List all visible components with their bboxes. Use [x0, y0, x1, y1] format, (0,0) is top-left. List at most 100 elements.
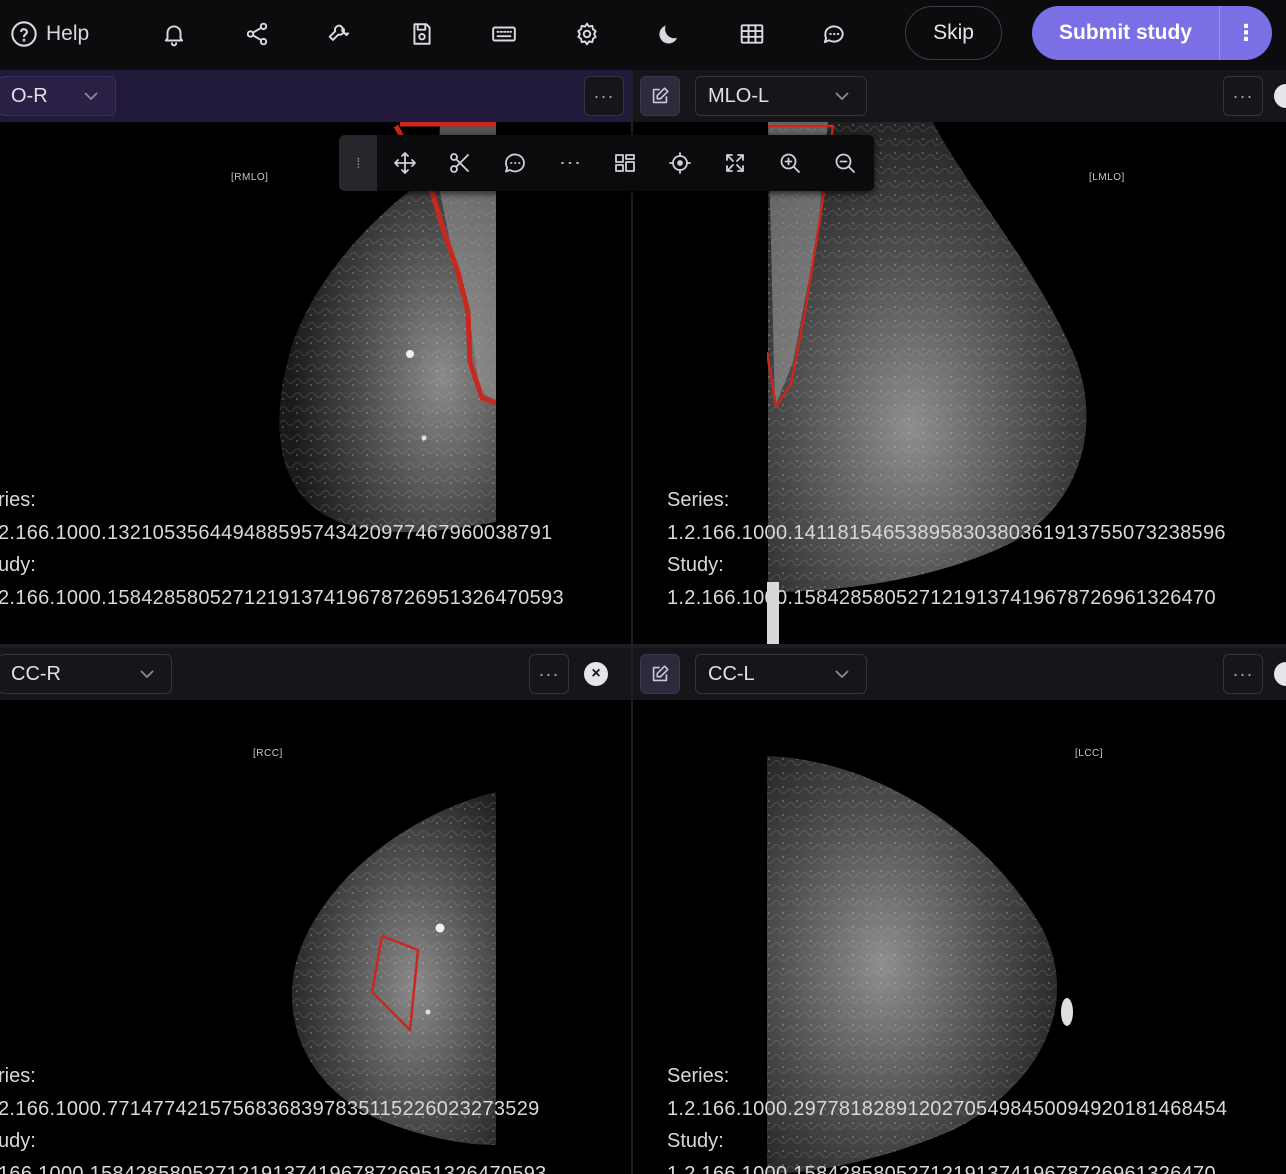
- view-selector-value: CC-R: [11, 662, 61, 685]
- keyboard-button[interactable]: [488, 15, 520, 53]
- series-study-info: ries: 2.166.1000.13210535644948859574342…: [0, 484, 564, 614]
- orientation-marker: [RMLO]: [231, 172, 269, 183]
- series-uid: 2.166.1000.77147742157568368397835115226…: [0, 1097, 540, 1120]
- orientation-marker: [RCC]: [253, 748, 283, 759]
- viewport-header-top-right: MLO-L ···: [633, 70, 1286, 122]
- orientation-marker: [LCC]: [1075, 748, 1104, 759]
- study-label: udy:: [0, 1130, 36, 1152]
- move-tool[interactable]: [391, 149, 419, 177]
- zoom-out-icon: [835, 153, 855, 173]
- viewport-rmlo[interactable]: [RMLO] ries: 2.166.1000.1321053564494885…: [0, 122, 631, 644]
- comment-tool[interactable]: [501, 149, 529, 177]
- series-study-info: Series: 1.2.166.1000.1411815465389583038…: [667, 484, 1226, 614]
- layout-tool[interactable]: [611, 149, 639, 177]
- edit-icon: [652, 665, 669, 682]
- view-selector-value: MLO-L: [708, 84, 770, 107]
- study-uid: 2.166.1000.15842858052712191374196787269…: [0, 586, 564, 609]
- study-uid: 1.2.166.1000.158428580527121913741967872…: [667, 586, 1216, 609]
- cut-tool[interactable]: [446, 149, 474, 177]
- viewport-menu-button[interactable]: ···: [1223, 76, 1263, 116]
- settings-button[interactable]: [571, 15, 603, 53]
- crosshair-tool[interactable]: [666, 149, 694, 177]
- drag-handle[interactable]: ⁞: [339, 135, 377, 191]
- share-button[interactable]: [241, 15, 273, 53]
- study-label: Study:: [667, 554, 724, 576]
- save-icon: [413, 23, 431, 45]
- viewport-menu-button[interactable]: ···: [1223, 654, 1263, 694]
- edit-button[interactable]: [640, 76, 680, 116]
- layout-grid-button[interactable]: [736, 15, 768, 53]
- viewport-lmlo[interactable]: [LMLO] Series: 1.2.166.1000.141181546538…: [633, 122, 1286, 644]
- keyboard-icon: [492, 26, 516, 42]
- comments-button[interactable]: [818, 15, 850, 53]
- fullscreen-icon: [726, 154, 744, 172]
- zoom-in-tool[interactable]: [776, 149, 804, 177]
- save-button[interactable]: [406, 15, 438, 53]
- zoom-out-tool[interactable]: [831, 149, 859, 177]
- chevron-down-icon: [81, 86, 101, 106]
- move-icon: [394, 152, 416, 174]
- viewport-rcc[interactable]: [RCC] ries: 2.166.1000.77147742157568368…: [0, 700, 631, 1174]
- view-selector[interactable]: CC-R: [0, 654, 172, 694]
- grid-icon: [740, 24, 764, 44]
- tools-button[interactable]: [324, 15, 356, 53]
- orientation-marker: [LMLO]: [1089, 172, 1125, 183]
- series-uid: 2.166.1000.13210535644948859574342097746…: [0, 521, 553, 544]
- viewport-divider-horizontal[interactable]: [0, 644, 1286, 648]
- viewport-header-bottom-left: CC-R ··· ×: [0, 648, 631, 700]
- view-selector[interactable]: O-R: [0, 76, 116, 116]
- grip-icon: ⁞: [356, 155, 361, 171]
- submit-more-menu[interactable]: ⋮: [1220, 20, 1272, 46]
- skip-button[interactable]: Skip: [905, 6, 1002, 60]
- crosshair-icon: [669, 152, 691, 174]
- chevron-down-icon: [832, 664, 852, 684]
- viewport-menu-button[interactable]: ···: [584, 76, 624, 116]
- viewport-header-top-left: O-R ···: [0, 70, 631, 122]
- submit-study-label[interactable]: Submit study: [1032, 21, 1219, 45]
- series-label: Series:: [667, 1065, 730, 1087]
- viewport-menu-button[interactable]: ···: [529, 654, 569, 694]
- close-button-partial[interactable]: [1274, 662, 1286, 686]
- series-uid: 1.2.166.1000.297781828912027054984500949…: [667, 1097, 1228, 1120]
- viewport-lcc[interactable]: [LCC] Series: 1.2.166.1000.2977818289120…: [633, 700, 1286, 1174]
- help-icon: [11, 21, 37, 47]
- series-label: ries:: [0, 489, 36, 511]
- close-button-partial[interactable]: [1274, 84, 1286, 108]
- chevron-down-icon: [137, 664, 157, 684]
- gear-icon: [577, 22, 597, 46]
- view-selector[interactable]: MLO-L: [695, 76, 867, 116]
- series-study-info: Series: 1.2.166.1000.2977818289120270549…: [667, 1060, 1227, 1174]
- help-button[interactable]: Help: [10, 15, 100, 53]
- study-uid: 1.2.166.1000.158428580527121913741967872…: [667, 1162, 1216, 1174]
- viewport-divider-vertical[interactable]: [631, 70, 633, 1174]
- fit-to-screen-tool[interactable]: [721, 149, 749, 177]
- chat-icon: [823, 25, 844, 44]
- wrench-icon: [328, 24, 350, 41]
- view-selector[interactable]: CC-L: [695, 654, 867, 694]
- chevron-down-icon: [832, 86, 852, 106]
- submit-study-button[interactable]: Submit study ⋮: [1032, 6, 1272, 60]
- edit-icon: [652, 87, 669, 104]
- series-label: Series:: [667, 489, 730, 511]
- view-selector-value: O-R: [11, 84, 48, 107]
- more-tools[interactable]: [556, 149, 584, 177]
- share-icon: [246, 22, 268, 46]
- moon-icon: [659, 25, 678, 44]
- viewport-header-bottom-right: CC-L ···: [633, 648, 1286, 700]
- study-label: udy:: [0, 554, 36, 576]
- series-study-info: ries: 2.166.1000.77147742157568368397835…: [0, 1060, 547, 1174]
- dark-mode-toggle[interactable]: [653, 15, 685, 53]
- help-label: Help: [46, 22, 90, 45]
- view-selector-value: CC-L: [708, 662, 755, 685]
- series-uid: 1.2.166.1000.141181546538958303803619137…: [667, 521, 1226, 544]
- zoom-in-icon: [780, 153, 800, 173]
- notifications-button[interactable]: [158, 15, 190, 53]
- edit-button[interactable]: [640, 654, 680, 694]
- close-viewport-button[interactable]: ×: [584, 662, 608, 686]
- comment-icon: [505, 153, 525, 173]
- series-label: ries:: [0, 1065, 36, 1087]
- bell-icon: [164, 25, 184, 47]
- layout-icon: [615, 154, 635, 172]
- more-horizontal-icon: [561, 162, 579, 164]
- study-uid: 166.1000.1584285805271219137419678726951…: [0, 1162, 547, 1174]
